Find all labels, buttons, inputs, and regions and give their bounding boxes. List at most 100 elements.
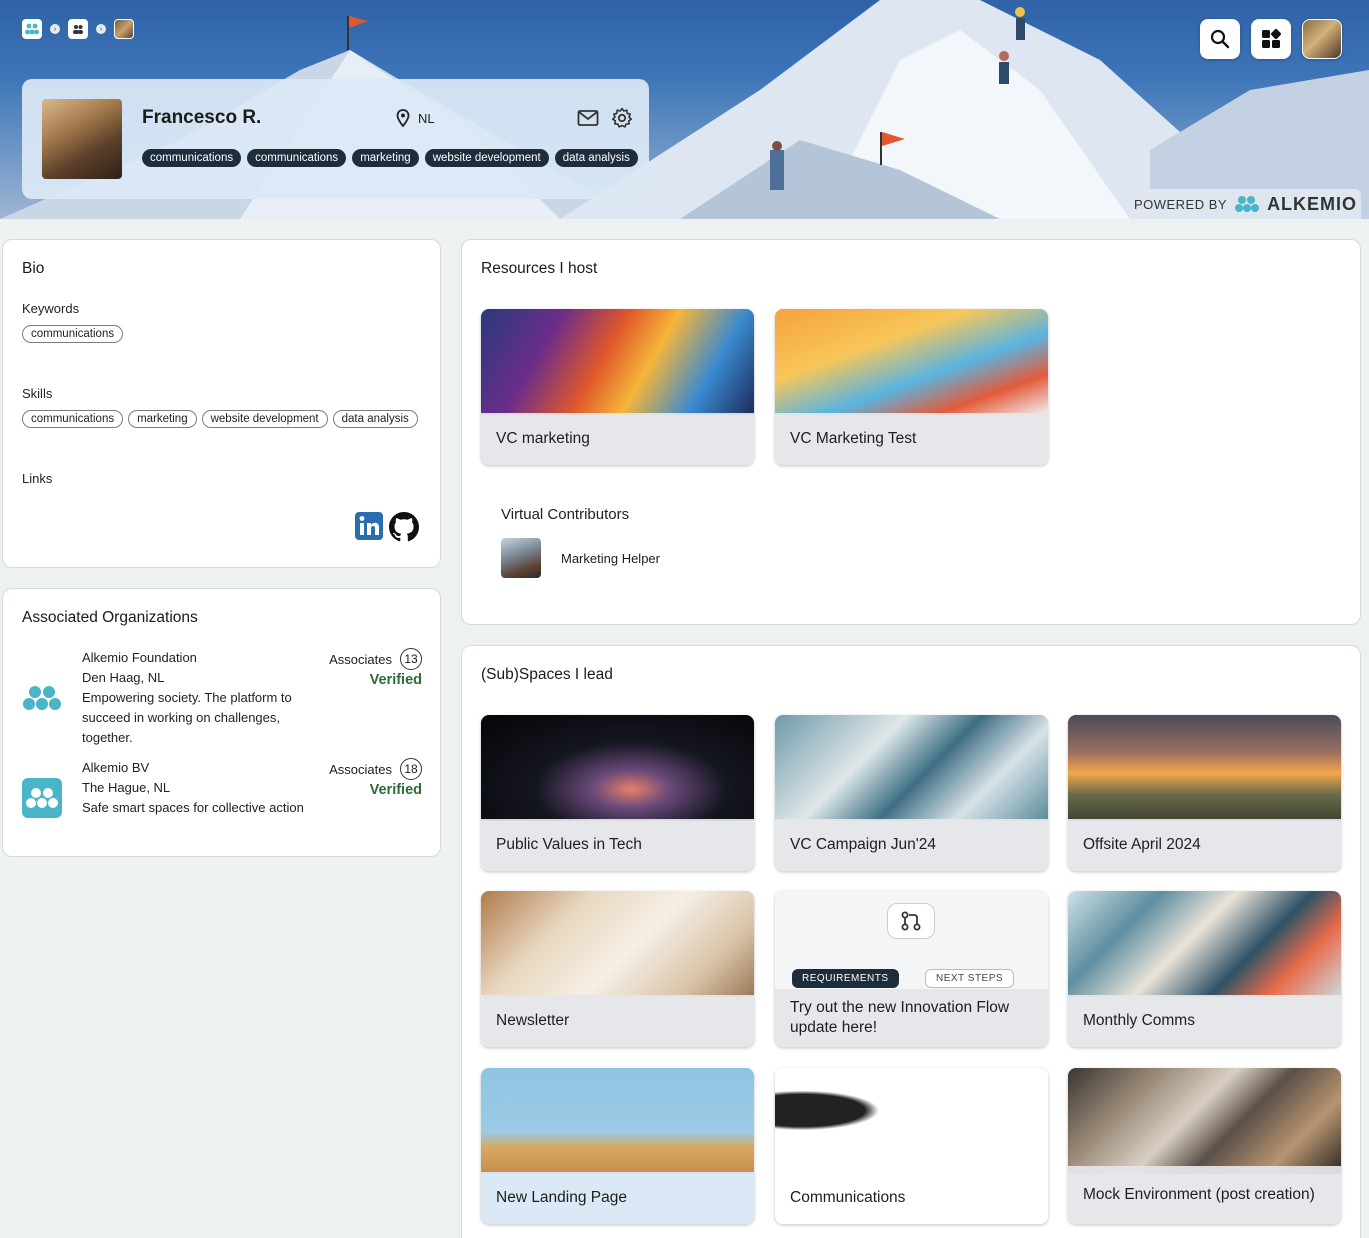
breadcrumb-separator-icon: › — [50, 24, 60, 34]
subspace-card-title: New Landing Page — [481, 1172, 754, 1224]
profile-avatar — [42, 99, 122, 179]
profile-country: NL — [418, 110, 435, 126]
associates-label: Associates — [329, 651, 392, 667]
organization-description: Empowering society. The platform to succ… — [82, 690, 292, 745]
subspace-card[interactable]: Offsite April 2024 — [1068, 715, 1341, 871]
powered-by-brand: ALKEMIO — [1267, 193, 1358, 214]
subspace-card-title: Offsite April 2024 — [1068, 819, 1341, 871]
organization-logo — [22, 778, 62, 818]
flow-step-next-steps: NEXT STEPS — [925, 969, 1015, 988]
apps-menu-button[interactable] — [1251, 19, 1291, 59]
resource-card[interactable]: VC marketing — [481, 309, 754, 465]
organization-associates: Associates 13 — [329, 648, 422, 670]
profile-tag: marketing — [352, 149, 419, 167]
innovation-flow-icon-box — [887, 903, 935, 939]
mail-icon[interactable] — [577, 109, 599, 127]
subspace-card[interactable]: Newsletter — [481, 891, 754, 1047]
subspace-card-image — [481, 891, 754, 997]
breadcrumb-users[interactable] — [68, 19, 88, 39]
subspace-card-image — [775, 715, 1048, 821]
organization-name: Alkemio BV — [82, 760, 150, 775]
organization-associates: Associates 18 — [329, 758, 422, 780]
keywords-list: communications — [22, 325, 124, 343]
bio-title: Bio — [22, 260, 45, 277]
breadcrumb-home[interactable] — [22, 19, 42, 39]
verified-badge: Verified — [369, 672, 422, 688]
links-label: Links — [22, 471, 53, 486]
powered-by-label: POWERED BY — [1133, 196, 1228, 212]
resource-card-image — [775, 309, 1048, 415]
powered-by-badge[interactable]: POWERED BY ALKEMIO — [1130, 189, 1361, 219]
subspace-card-image — [481, 1068, 754, 1174]
subspace-card-image — [1068, 715, 1341, 821]
top-actions — [1200, 19, 1342, 59]
skill-chip: marketing — [128, 410, 197, 428]
virtual-contributor-name: Marketing Helper — [561, 550, 660, 566]
breadcrumb-user-avatar[interactable] — [114, 19, 134, 39]
subspaces-panel: (Sub)Spaces I lead Public Values in Tech… — [461, 645, 1361, 1238]
organization-item[interactable]: Alkemio BV The Hague, NL Safe smart spac… — [22, 758, 422, 838]
users-icon — [73, 25, 83, 34]
subspace-card-title: Newsletter — [481, 995, 754, 1047]
organization-description: Safe smart spaces for collective action — [82, 800, 304, 815]
organization-location: Den Haag, NL — [82, 670, 165, 685]
profile-name: Francesco R. — [142, 107, 262, 128]
subspaces-title: (Sub)Spaces I lead — [481, 666, 613, 683]
resources-title: Resources I host — [481, 260, 598, 277]
alkemio-logo-icon — [1235, 196, 1260, 212]
subspace-card[interactable]: New Landing Page — [481, 1068, 754, 1224]
profile-tag: data analysis — [554, 149, 638, 167]
subspace-card[interactable]: REQUIREMENTS NEXT STEPS Try out the new … — [775, 891, 1048, 1047]
dashboard-icon — [1262, 29, 1281, 48]
subspace-card-image — [1068, 891, 1341, 997]
profile-header-card: Francesco R. NL communications communica… — [22, 79, 649, 199]
gear-icon[interactable] — [611, 107, 633, 129]
skills-list: communications marketing website develop… — [22, 410, 418, 428]
resource-card-title: VC marketing — [481, 413, 754, 465]
subspace-card-title: Communications — [775, 1172, 1048, 1224]
organizations-title: Associated Organizations — [22, 609, 198, 626]
breadcrumb-separator-icon: › — [96, 24, 106, 34]
subspace-card-title: VC Campaign Jun'24 — [775, 819, 1048, 871]
skills-label: Skills — [22, 386, 53, 401]
associates-label: Associates — [329, 761, 392, 777]
alkemio-logo-icon — [23, 686, 61, 710]
subspace-card[interactable]: Monthly Comms — [1068, 891, 1341, 1047]
resource-card-title: VC Marketing Test — [775, 413, 1048, 465]
skill-chip: communications — [22, 410, 124, 428]
skill-chip: data analysis — [332, 410, 418, 428]
subspace-card[interactable]: Mock Environment (post creation) — [1068, 1068, 1341, 1224]
flow-step-requirements: REQUIREMENTS — [792, 969, 899, 988]
subspace-card-image — [1068, 1068, 1341, 1174]
profile-tags: communications communications marketing … — [142, 149, 638, 167]
search-button[interactable] — [1200, 19, 1240, 59]
subspace-card-title: Try out the new Innovation Flow update h… — [775, 989, 1048, 1047]
linkedin-icon[interactable] — [355, 512, 383, 540]
keyword-chip: communications — [22, 325, 124, 343]
location-pin-icon — [396, 109, 410, 127]
verified-badge: Verified — [369, 782, 422, 798]
organization-item[interactable]: Alkemio Foundation Den Haag, NL Empoweri… — [22, 648, 422, 748]
subspace-card[interactable]: Communications — [775, 1068, 1048, 1224]
breadcrumb: › › — [22, 19, 134, 39]
subspace-card-title: Monthly Comms — [1068, 995, 1341, 1047]
associates-count: 18 — [400, 758, 422, 780]
resource-card[interactable]: VC Marketing Test — [775, 309, 1048, 465]
alkemio-logo-icon — [25, 23, 39, 35]
subspace-card[interactable]: VC Campaign Jun'24 — [775, 715, 1048, 871]
keywords-label: Keywords — [22, 301, 80, 316]
virtual-contributor-item[interactable]: Marketing Helper — [501, 538, 660, 578]
github-icon[interactable] — [387, 511, 421, 543]
subspace-card[interactable]: Public Values in Tech — [481, 715, 754, 871]
virtual-contributors-title: Virtual Contributors — [501, 506, 630, 523]
search-icon — [1210, 29, 1230, 49]
organization-name: Alkemio Foundation — [82, 650, 197, 665]
subspace-card-image — [775, 1068, 1048, 1174]
associates-count: 13 — [400, 648, 422, 670]
alkemio-logo-icon — [26, 788, 58, 808]
user-menu-avatar[interactable] — [1302, 19, 1342, 59]
organization-location: The Hague, NL — [82, 780, 171, 795]
organization-logo — [22, 678, 62, 718]
subspace-card-image: REQUIREMENTS NEXT STEPS — [775, 891, 1048, 997]
resource-card-image — [481, 309, 754, 415]
